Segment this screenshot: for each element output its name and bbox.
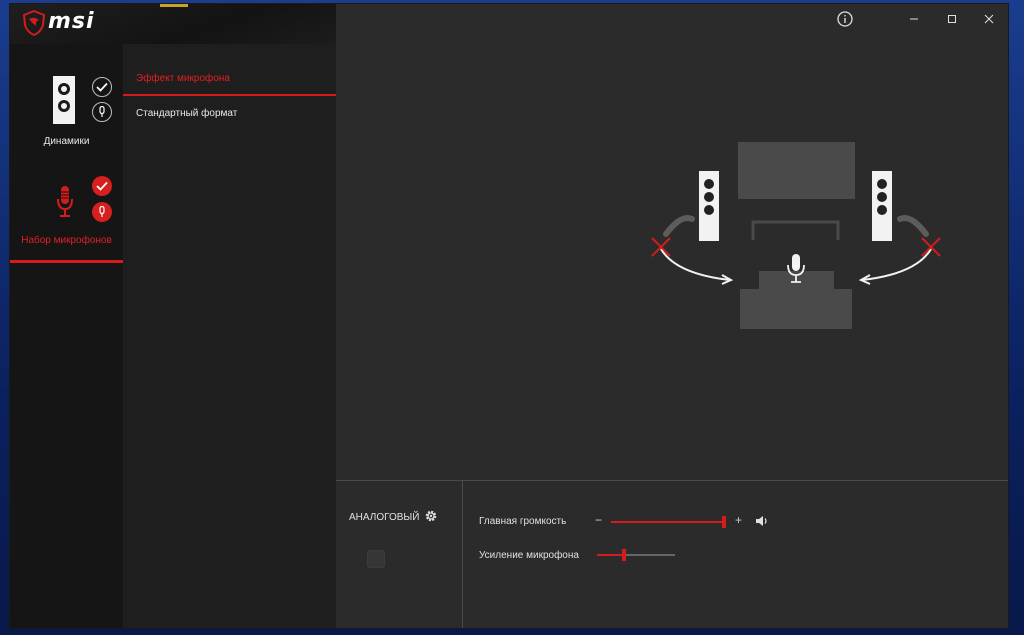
master-volume-fill [611, 521, 726, 523]
speaker-icon [53, 76, 75, 124]
speaker-volume-icon[interactable] [755, 515, 769, 527]
msi-dragon-icon [23, 10, 45, 36]
header-accent [160, 4, 188, 7]
right-speaker-icon [872, 171, 892, 241]
speakers-default-comm-icon[interactable] [92, 102, 112, 122]
left-noise-blocked-icon [651, 215, 734, 285]
speakers-default-check-icon[interactable] [92, 77, 112, 97]
tab-panel: Эффект микрофона Стандартный формат [123, 44, 336, 628]
tab-label: Эффект микрофона [136, 73, 230, 84]
microphones-default-check-icon[interactable] [92, 176, 112, 196]
volume-panel: АНАЛОГОВЫЙ Главная громкость − + Усилени… [336, 480, 1008, 628]
master-volume-thumb[interactable] [722, 516, 726, 528]
analog-label: АНАЛОГОВЫЙ [349, 512, 420, 523]
sidebar-item-microphones[interactable]: Набор микрофонов [10, 164, 123, 263]
header-logo-area: msi [10, 4, 336, 44]
analog-section: АНАЛОГОВЫЙ [336, 481, 463, 628]
left-speaker-icon [699, 171, 719, 241]
mic-effect-view [336, 4, 1008, 480]
mic-boost-label: Усиление микрофона [479, 550, 579, 561]
sidebar-item-label: Набор микрофонов [21, 235, 112, 246]
tab-default-format[interactable]: Стандартный формат [123, 99, 336, 129]
close-icon[interactable] [976, 8, 1002, 30]
monitor-icon [738, 142, 855, 199]
sidebar-item-label: Динамики [43, 136, 90, 147]
microphone-icon [57, 186, 73, 217]
analog-jack-icon [367, 550, 385, 568]
mic-boost-thumb[interactable] [622, 549, 627, 561]
maximize-icon[interactable] [939, 8, 965, 30]
master-volume-label: Главная громкость [479, 516, 567, 527]
gear-icon[interactable] [424, 509, 438, 523]
tab-mic-effect[interactable]: Эффект микрофона [123, 64, 336, 96]
tab-label: Стандартный формат [136, 108, 238, 119]
minimize-icon[interactable] [901, 8, 927, 30]
mic-boost-fill [597, 554, 625, 556]
info-icon[interactable] [832, 8, 858, 30]
microphones-default-comm-icon[interactable] [92, 202, 112, 222]
mic-effect-illustration [651, 142, 941, 329]
volume-plus-button[interactable]: + [735, 513, 742, 527]
app-window: msi Динамики Набор микрофонов Эффект мик… [10, 4, 1008, 628]
volume-minus-button[interactable]: − [595, 513, 602, 527]
msi-logo-text: msi [48, 9, 95, 34]
laptop-outline [751, 220, 840, 240]
sidebar-item-speakers[interactable]: Динамики [10, 64, 123, 159]
